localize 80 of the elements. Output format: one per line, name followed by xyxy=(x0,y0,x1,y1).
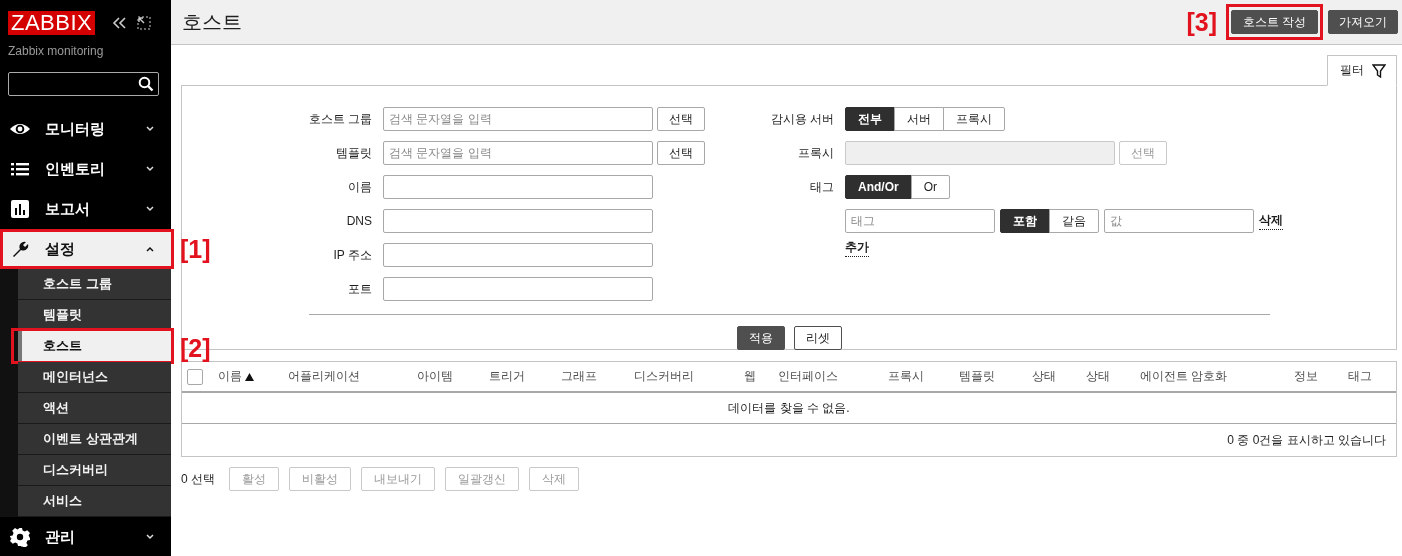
segment-button[interactable]: 프록시 xyxy=(943,107,1005,131)
chevron-icon xyxy=(146,246,154,252)
filter-button[interactable]: 적용 xyxy=(736,326,785,350)
submenu-item[interactable]: 액션 xyxy=(18,393,171,424)
field-label: 포트 xyxy=(347,280,373,298)
input-field[interactable] xyxy=(383,175,653,199)
column-header[interactable]: 태그 xyxy=(1348,368,1388,385)
menu-item[interactable]: 모니터링 xyxy=(0,109,171,149)
select-button[interactable]: 선택 xyxy=(657,107,705,131)
segment-button[interactable]: 포함 xyxy=(1000,209,1050,233)
column-header[interactable]: 인터페이스 xyxy=(778,368,888,385)
menu-item[interactable]: 관리 xyxy=(0,517,171,556)
remove-link[interactable]: 삭제 xyxy=(1259,212,1283,230)
column-header[interactable]: 정보 xyxy=(1294,368,1348,385)
selected-count: 0 선택 xyxy=(181,470,215,488)
kiosk-mode-icon[interactable] xyxy=(137,16,152,30)
input-field[interactable]: 검색 문자열을 입력 xyxy=(383,107,653,131)
value-field[interactable]: 값 xyxy=(1104,209,1254,233)
column-header[interactable]: 에이전트 암호화 xyxy=(1140,368,1294,385)
chevron-icon xyxy=(146,534,154,540)
segment-button[interactable]: 전부 xyxy=(845,107,895,131)
column-header[interactable]: 상태 xyxy=(1086,368,1140,385)
menu-item[interactable]: 보고서 xyxy=(0,189,171,229)
header-button[interactable]: 호스트 작성 xyxy=(1231,10,1318,34)
segment-button[interactable]: 서버 xyxy=(894,107,944,131)
tag-field[interactable]: 태그 xyxy=(845,209,995,233)
filter-tab[interactable]: 필터 xyxy=(1327,55,1397,86)
field-label: 감시용 서버 xyxy=(769,110,835,128)
search-icon[interactable] xyxy=(138,76,154,92)
bar-chart-icon xyxy=(9,199,31,219)
summary-text: 0 중 0건을 표시하고 있습니다 xyxy=(1227,431,1386,449)
column-header[interactable]: 웹 xyxy=(744,368,778,385)
segment-button[interactable]: 같음 xyxy=(1049,209,1099,233)
column-header[interactable]: 트리거 xyxy=(489,368,561,385)
header-button[interactable]: 가져오기 xyxy=(1328,10,1398,34)
add-link[interactable]: 추가 xyxy=(845,239,869,257)
input-field[interactable] xyxy=(383,243,653,267)
chevron-icon xyxy=(146,166,154,172)
column-header[interactable]: 어플리케이션 xyxy=(288,368,417,385)
field-label: 템플릿 xyxy=(335,144,373,162)
callout-label: [3] xyxy=(1186,7,1217,37)
column-header[interactable]: 프록시 xyxy=(888,368,959,385)
column-header[interactable]: 그래프 xyxy=(561,368,634,385)
submenu-item[interactable]: 디스커버리 xyxy=(18,455,171,486)
field-label: 이름 xyxy=(347,178,373,196)
checkbox[interactable] xyxy=(187,368,203,385)
submenu-item[interactable]: 호스트 그룹 xyxy=(18,269,171,300)
logo: ZABBIX xyxy=(8,11,96,35)
callout-label: [1] xyxy=(180,234,211,264)
column-header[interactable]: 이름 xyxy=(218,368,288,385)
column-header[interactable]: 디스커버리 xyxy=(634,368,744,385)
submenu-item[interactable]: 서비스 xyxy=(18,486,171,517)
column-header[interactable]: 템플릿 xyxy=(959,368,1032,385)
chevron-icon xyxy=(146,126,154,132)
menu-item[interactable]: 인벤토리 xyxy=(0,149,171,189)
subtitle: Zabbix monitoring xyxy=(7,43,105,60)
field-label: 프록시 xyxy=(797,144,835,162)
input-field[interactable] xyxy=(383,277,653,301)
select-button[interactable]: 선택 xyxy=(657,141,705,165)
callout-label: [2] xyxy=(180,333,211,363)
field-label: DNS xyxy=(345,214,373,228)
filter-icon xyxy=(1372,63,1386,78)
chevron-icon xyxy=(146,206,154,212)
submenu-item[interactable]: 이벤트 상관관계 xyxy=(18,424,171,455)
empty-message: 데이터를 찾을 수 없음. xyxy=(182,393,1396,424)
segment-button[interactable]: And/Or xyxy=(845,175,912,199)
column-header[interactable]: 상태 xyxy=(1032,368,1086,385)
search-field[interactable] xyxy=(8,72,159,96)
field-label: IP 주소 xyxy=(332,246,373,264)
segment-button[interactable]: Or xyxy=(910,175,950,199)
input-field[interactable] xyxy=(383,209,653,233)
page-title: 호스트 xyxy=(182,9,242,35)
field-label: 호스트 그룹 xyxy=(307,110,373,128)
column-header[interactable]: 아이템 xyxy=(417,368,489,385)
input-field[interactable]: 검색 문자열을 입력 xyxy=(383,141,653,165)
gear-icon xyxy=(9,527,31,547)
filter-button[interactable]: 리셋 xyxy=(793,326,842,350)
submenu-item[interactable]: 메인터넌스 xyxy=(18,362,171,393)
collapse-icon[interactable] xyxy=(111,16,128,30)
field-label: 태그 xyxy=(809,178,835,196)
